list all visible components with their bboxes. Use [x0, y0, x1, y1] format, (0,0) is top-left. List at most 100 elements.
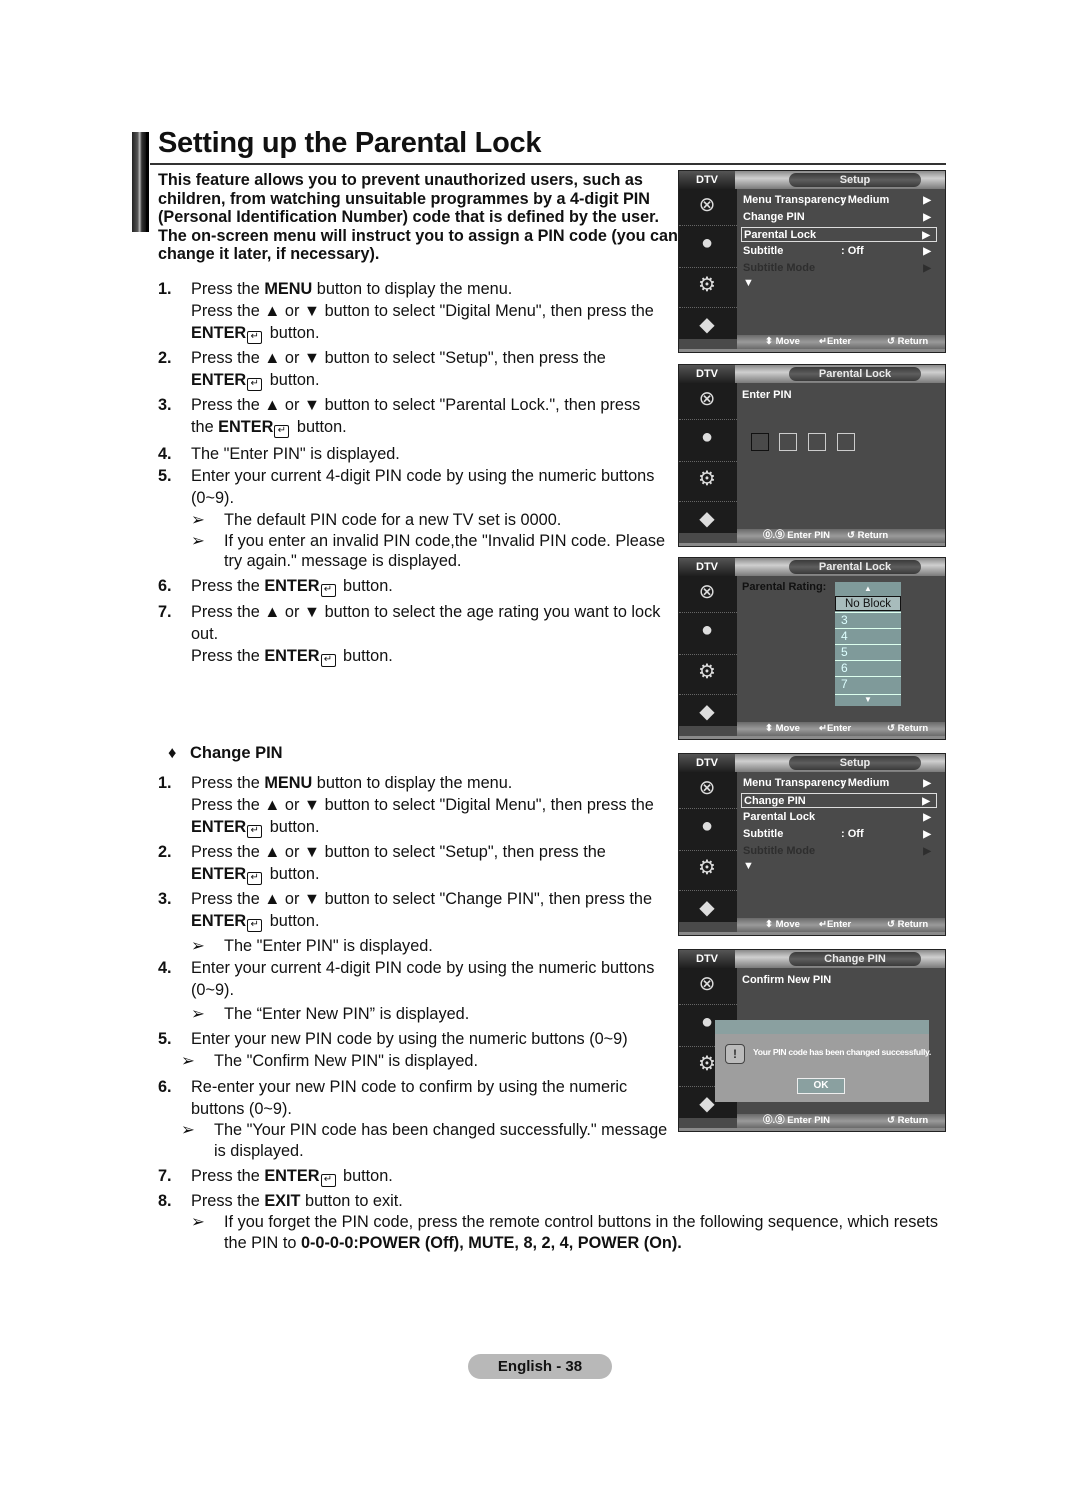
note-arrow-icon: ➢ [191, 511, 205, 529]
rating-option[interactable]: 5 [835, 644, 901, 659]
step-4: 4. Enter your current 4-digit PIN code b… [158, 957, 673, 1025]
menu-item[interactable]: Change PIN ▶ [741, 210, 937, 225]
step-text: Press the [191, 280, 265, 298]
arrow-right-icon: ▶ [923, 829, 931, 840]
enter-key: ENTER [264, 577, 320, 595]
enter-icon: ↵ [274, 425, 290, 438]
success-dialog: ! Your PIN code has been changed success… [715, 1020, 931, 1102]
step-number: 6. [158, 577, 172, 595]
more-down-icon: ▼ [743, 277, 754, 289]
rating-option[interactable]: 6 [835, 660, 901, 675]
dialog-message: Your PIN code has been changed successfu… [753, 1047, 931, 1057]
title-accent-bar [132, 132, 146, 232]
step-text: button. [338, 577, 393, 595]
step-text: Press the ▲ or ▼ button to select "Digit… [191, 302, 654, 320]
parental-rating-label: Parental Rating: [742, 581, 827, 593]
step-text: button. [265, 818, 320, 836]
step-text: button. [265, 324, 320, 342]
note-text: If you enter an invalid PIN code,the "In… [224, 532, 666, 570]
menu-item-value: : Off [841, 828, 864, 840]
step-number: 1. [158, 774, 172, 792]
menu-item[interactable]: Menu Transparency: Medium ▶ [741, 776, 937, 791]
move-hint: ⬍ Move [765, 336, 800, 347]
note-text: The "Confirm New PIN" is displayed. [214, 1052, 479, 1070]
menu-item[interactable]: Subtitle : Off ▶ [741, 827, 937, 842]
rating-option[interactable]: 3 [835, 612, 901, 627]
menu-item[interactable]: Menu Transparency: Medium ▶ [741, 193, 937, 208]
screen-footer: ⓪.⑨ Enter PIN ↺ Return [737, 1114, 945, 1128]
channel-icon: ⊗ [698, 973, 716, 995]
step-text: button. [265, 912, 320, 930]
step-text: Enter your new PIN code by using the num… [191, 1030, 628, 1048]
rating-option[interactable]: 7 [835, 676, 901, 691]
enter-pin-label: Enter PIN [742, 389, 792, 401]
step-text: Press the [191, 647, 265, 665]
enter-icon: ↵ [320, 1174, 336, 1187]
parental-lock-steps: 1. Press the MENU button to display the … [158, 278, 673, 667]
ok-button[interactable]: OK [797, 1078, 845, 1094]
confirm-new-pin-label: Confirm New PIN [742, 974, 832, 986]
side-icon-bar: ⊗ ● ⚙ ◆ [679, 189, 737, 339]
note-arrow-icon: ➢ [191, 937, 205, 955]
step-1: 1. Press the MENU button to display the … [158, 772, 673, 838]
scroll-down-icon[interactable]: ▼ [835, 694, 901, 704]
menu-item-selected[interactable]: Parental Lock ▶ [741, 227, 937, 242]
rating-option[interactable]: 4 [835, 628, 901, 643]
step-2: 2. Press the ▲ or ▼ button to select "Se… [158, 347, 673, 391]
arrow-right-icon: ▶ [923, 195, 931, 206]
step-text: Press the [191, 1167, 265, 1185]
note: ➢ If you enter an invalid PIN code,the "I… [191, 531, 673, 571]
input-icon: ◆ [699, 897, 715, 919]
step-number: 1. [158, 280, 172, 298]
note-text: The default PIN code for a new TV set is… [224, 511, 562, 529]
step-text: Press the [191, 1192, 265, 1210]
sound-icon: ● [700, 815, 714, 837]
rating-list[interactable]: ▲ No Block 3 4 5 6 7 ▼ [835, 582, 901, 706]
menu-item-selected[interactable]: Change PIN ▶ [741, 793, 937, 808]
step-number: 3. [158, 396, 172, 414]
step-text: button. [265, 371, 320, 389]
dtv-label: DTV [679, 950, 735, 968]
menu-item[interactable]: Subtitle: Off ▶ [741, 244, 937, 259]
screen-tab-title: Parental Lock [789, 367, 921, 381]
rating-option-selected[interactable]: No Block [835, 596, 901, 611]
step-text: The "Enter PIN" is displayed. [191, 445, 400, 463]
menu-item-label: Parental Lock [744, 229, 817, 241]
step-text: button to exit. [300, 1192, 403, 1210]
channel-icon: ⊗ [698, 194, 716, 216]
dtv-label: DTV [679, 365, 735, 383]
menu-item-value: : Off [841, 245, 864, 257]
enter-hint: ↵Enter [819, 919, 852, 930]
screen-tab-title: Setup [789, 756, 921, 770]
step-text: Press the ▲ or ▼ button to select "Chang… [191, 890, 653, 908]
menu-item-label: Subtitle [743, 828, 784, 840]
step-5: 5. Enter your new PIN code by using the … [158, 1028, 673, 1072]
scroll-up-icon[interactable]: ▲ [835, 584, 901, 593]
arrow-right-icon: ▶ [923, 212, 931, 223]
screen-footer: ⬍ Move ↵Enter ↺ Return [737, 335, 945, 349]
tv-screen-enter-pin: DTV Parental Lock ⊗ ● ⚙ ◆ Enter PIN ⓪.⑨ … [678, 364, 946, 547]
step-6: 6. Re-enter your new PIN code to confirm… [158, 1076, 673, 1162]
pin-digit-3[interactable] [808, 433, 826, 451]
step-text: button. [338, 1167, 393, 1185]
menu-item-label: Parental Lock [743, 811, 816, 823]
menu-item-label: Menu Transparency [743, 777, 847, 789]
step-8: 8. Press the EXIT button to exit. ➢ If yo… [158, 1190, 951, 1254]
menu-item[interactable]: Parental Lock ▶ [741, 810, 937, 825]
pin-digit-4[interactable] [837, 433, 855, 451]
step-3: 3. Press the ▲ or ▼ button to select "Pa… [158, 394, 673, 438]
return-hint: ↺ Return [887, 919, 929, 930]
note-arrow-icon: ➢ [191, 532, 205, 550]
enter-hint: ↵Enter [819, 336, 852, 347]
pin-digit-1[interactable] [751, 433, 769, 451]
arrow-right-icon: ▶ [922, 796, 930, 807]
note-arrow-icon: ➢ [181, 1121, 195, 1139]
change-pin-heading: ♦ Change PIN [168, 744, 283, 763]
menu-item-label: Subtitle Mode [743, 845, 816, 857]
enter-icon: ↵ [247, 378, 263, 391]
pin-digit-2[interactable] [779, 433, 797, 451]
input-icon: ◆ [699, 314, 715, 336]
side-icon-bar: ⊗ ● ⚙ ◆ [679, 772, 737, 922]
side-icon-bar: ⊗ ● ⚙ ◆ [679, 576, 737, 726]
note-arrow-icon: ➢ [191, 1005, 205, 1023]
